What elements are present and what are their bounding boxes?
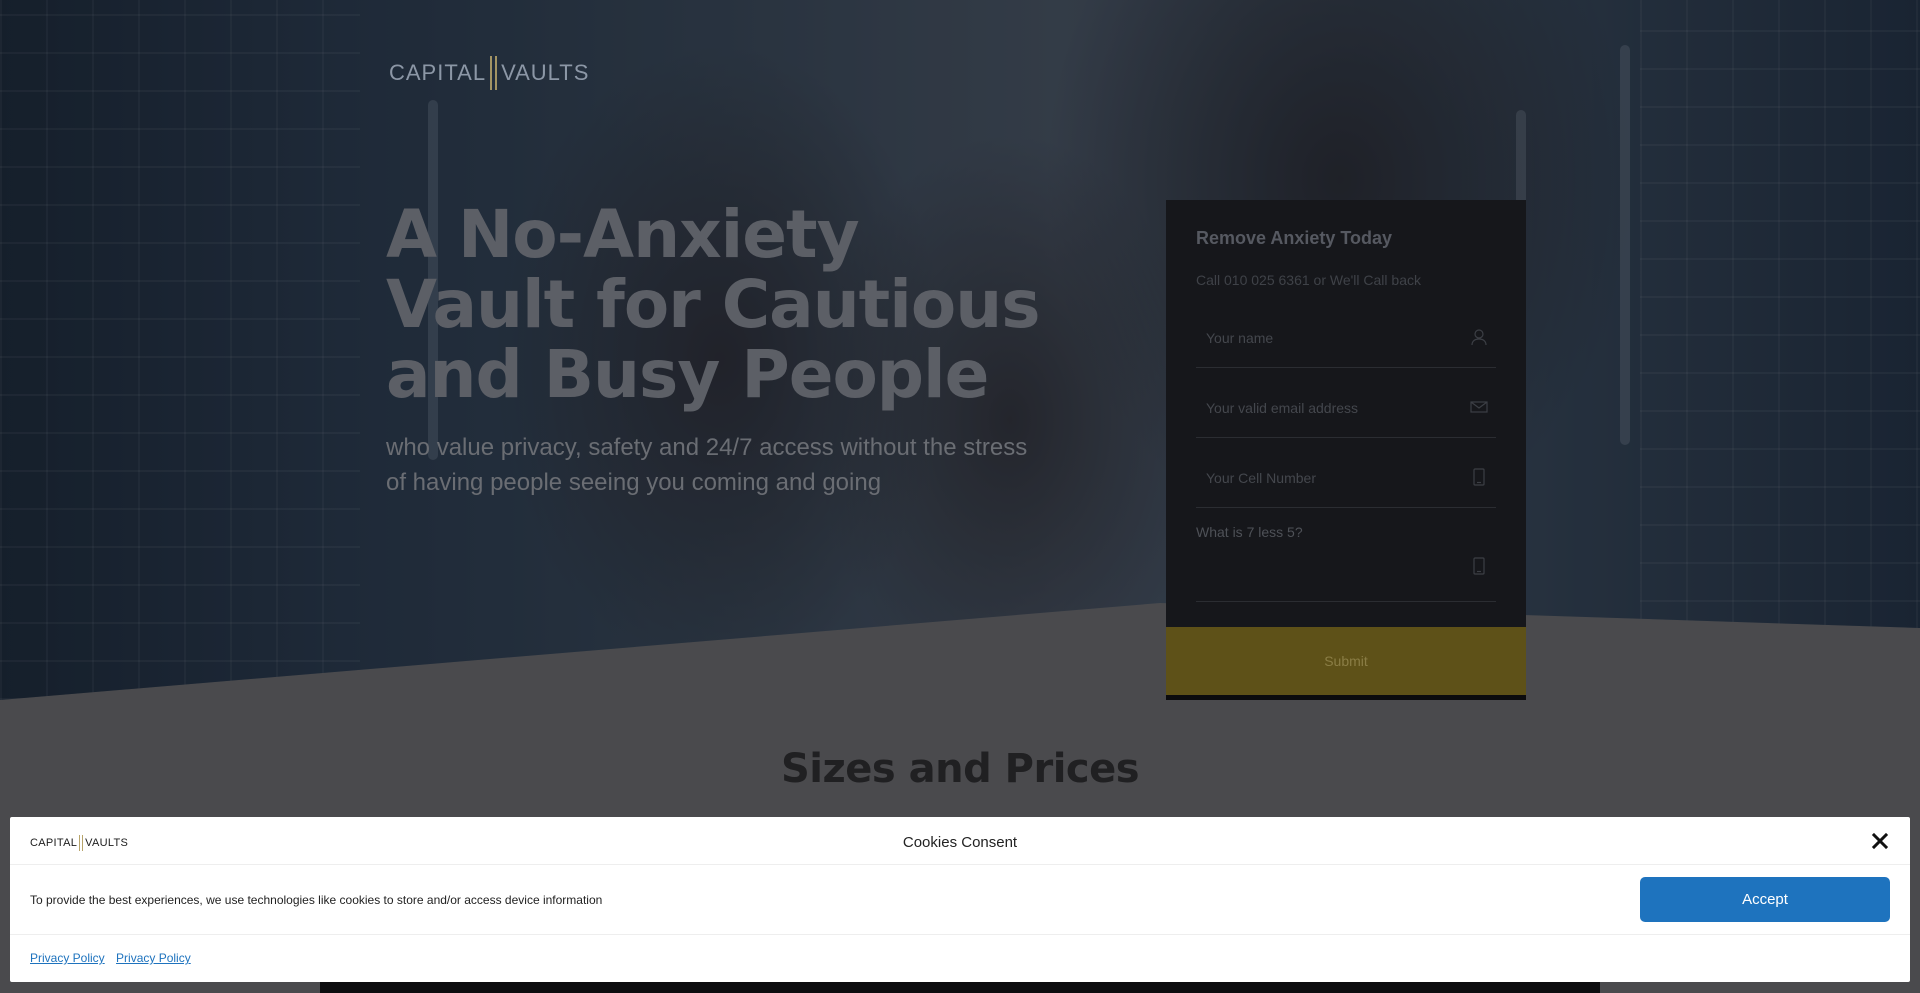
cookie-message: To provide the best experiences, we use … xyxy=(30,893,603,907)
hero-subtitle: who value privacy, safety and 24/7 acces… xyxy=(386,434,1028,496)
cookie-links: Privacy Policy Privacy Policy xyxy=(30,951,199,965)
form-call-text: Call 010 025 6361 or We'll Call back xyxy=(1196,272,1421,288)
logo-mark xyxy=(490,56,498,90)
captcha-label: What is 7 less 5? xyxy=(1196,524,1303,540)
close-button[interactable] xyxy=(1868,829,1892,853)
cell-input[interactable] xyxy=(1196,448,1496,507)
logo-text-right: VAULTS xyxy=(501,60,590,85)
email-field xyxy=(1196,378,1496,438)
cell-field xyxy=(1196,448,1496,508)
submit-button[interactable]: Submit xyxy=(1166,627,1526,695)
name-field xyxy=(1196,308,1496,368)
form-title: Remove Anxiety Today xyxy=(1196,228,1393,248)
cookie-consent-banner: CAPITAL VAULTS Cookies Consent To provid… xyxy=(10,817,1910,982)
name-input[interactable] xyxy=(1196,308,1496,367)
callback-form: Remove Anxiety Today Call 010 025 6361 o… xyxy=(1166,200,1526,700)
cookie-header: CAPITAL VAULTS Cookies Consent xyxy=(10,817,1910,865)
phone-icon xyxy=(1473,468,1485,486)
captcha-field xyxy=(1196,544,1496,602)
envelope-icon xyxy=(1470,401,1488,413)
captcha-input[interactable] xyxy=(1196,544,1496,601)
privacy-policy-link[interactable]: Privacy Policy xyxy=(116,951,191,965)
site-logo[interactable]: CAPITAL VAULTS xyxy=(389,56,589,90)
phone-icon xyxy=(1473,557,1485,575)
sizes-prices-heading: Sizes and Prices xyxy=(780,746,1140,792)
email-input[interactable] xyxy=(1196,378,1496,437)
user-icon xyxy=(1471,329,1487,346)
cookie-body: To provide the best experiences, we use … xyxy=(10,865,1910,935)
close-icon xyxy=(1871,832,1889,850)
cookie-title: Cookies Consent xyxy=(902,834,1018,851)
privacy-policy-link[interactable]: Privacy Policy xyxy=(30,951,105,965)
accept-button[interactable]: Accept xyxy=(1640,877,1890,922)
hero-title: A No-Anxiety Vault for Cautious and Busy… xyxy=(386,196,1040,413)
logo-text-left: CAPITAL xyxy=(389,60,487,85)
